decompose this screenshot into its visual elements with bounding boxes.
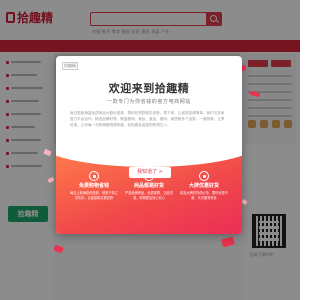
welcome-modal: 拾趣精 欢迎来到拾趣精 一款专门为你省钱的官方电商网站 每日更新海量优质商品大额… bbox=[56, 56, 242, 234]
feature-section: 免费购物省钱 每日上新海量优惠券，领券下单立享折扣，比直接购买更划算 商品都是好… bbox=[56, 141, 242, 234]
feature-title: 大牌优惠好货 bbox=[188, 183, 219, 189]
gift-icon bbox=[89, 171, 99, 181]
feature-item: 免费购物省钱 每日上新海量优惠券，领券下单立享折扣，比直接购买更划算 bbox=[70, 171, 118, 201]
modal-title: 欢迎来到拾趣精 bbox=[108, 82, 190, 95]
feature-desc: 严选品牌商品，品质保障，正品货源，购物更加放心安心 bbox=[125, 191, 173, 200]
modal-logo: 拾趣精 bbox=[62, 62, 78, 70]
got-it-button[interactable]: 我知道了 > bbox=[129, 167, 171, 178]
feature-title: 商品都是好货 bbox=[133, 183, 164, 189]
modal-description: 每日更新海量优质商品大额优惠券，帮你在购物前先领券，再下单，让省钱变得简单。我们… bbox=[70, 111, 225, 127]
modal-subtitle: 一款专门为你省钱的官方电商网站 bbox=[106, 99, 191, 105]
feature-title: 免费购物省钱 bbox=[78, 183, 109, 189]
feature-desc: 每日上新海量优惠券，领券下单立享折扣，比直接购买更划算 bbox=[70, 191, 118, 200]
star-icon bbox=[199, 171, 209, 181]
feature-item: 大牌优惠好货 精选大牌好货低价抢，限时优惠不断，天天都有惊喜 bbox=[180, 171, 228, 201]
feature-desc: 精选大牌好货低价抢，限时优惠不断，天天都有惊喜 bbox=[180, 191, 228, 200]
